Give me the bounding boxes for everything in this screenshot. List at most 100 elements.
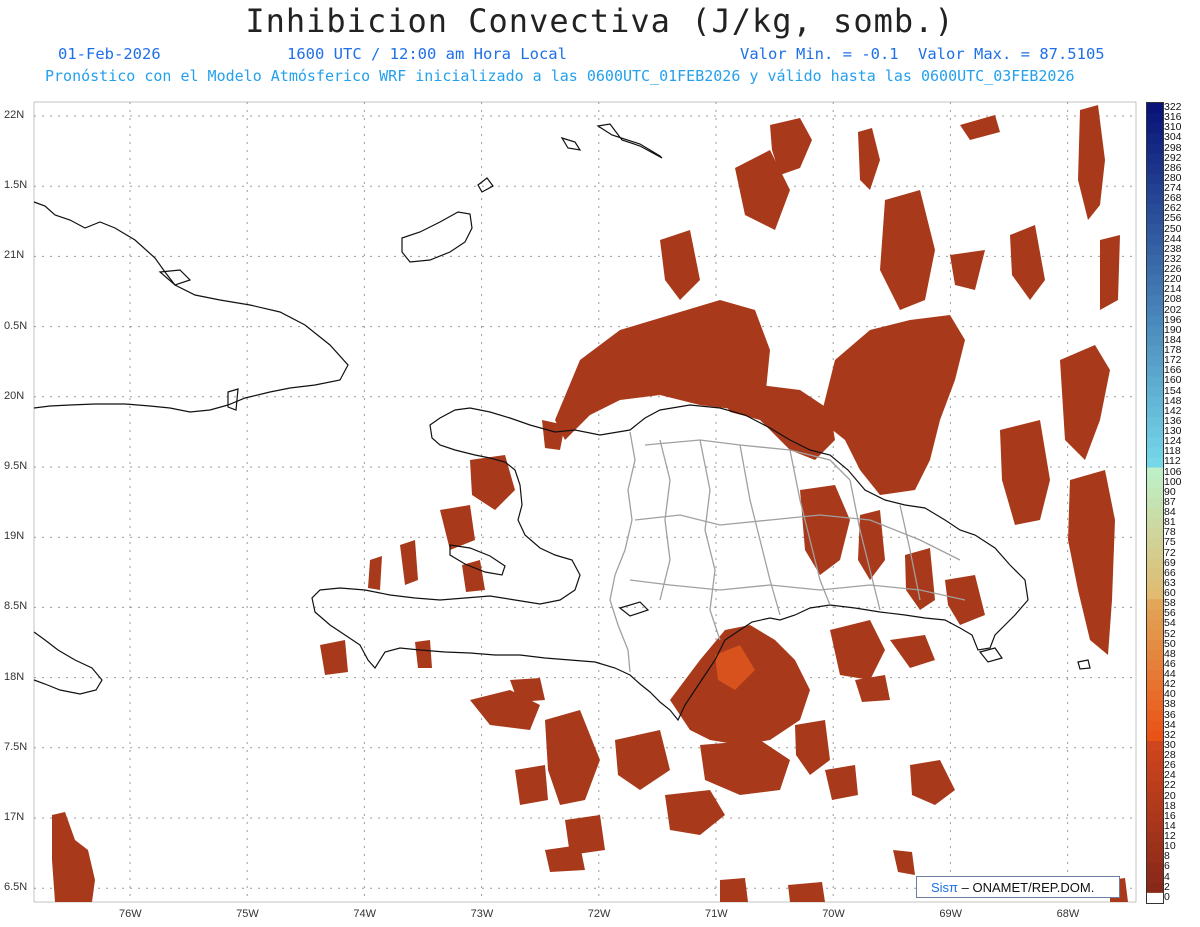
cin-area [415,640,432,668]
colorbar-label: 6 [1164,860,1170,873]
colorbar-swatch [1147,872,1163,884]
lon-label: 68W [1056,908,1080,920]
colorbar-swatch [1147,123,1163,134]
colorbar-label: 75 [1164,536,1176,549]
colorbar-swatch [1147,680,1163,691]
colorbar-swatch [1147,437,1163,448]
lon-label: 75W [236,908,259,920]
colorbar-swatch [1147,852,1163,863]
lon-label: 72W [587,908,611,920]
cin-area [368,556,382,590]
colorbar-swatch [1147,194,1163,205]
colorbar-swatch [1147,609,1163,620]
colorbar-swatch [1147,700,1163,712]
colorbar-swatch [1147,649,1163,661]
colorbar-label: 22 [1164,779,1176,792]
colorbar-swatch [1147,639,1163,651]
colorbar-swatch [1147,143,1163,155]
lat-label: 21N [4,249,25,262]
colorbar-label: 208 [1164,293,1182,306]
lon-label: 69W [939,908,963,920]
colorbar-swatch [1147,173,1163,185]
colorbar-swatch [1147,690,1163,701]
cin-area [1100,235,1120,310]
colorbar-swatch [1147,356,1163,367]
lon-label: 71W [705,908,728,920]
colorbar-swatch [1147,740,1163,752]
colorbar-swatch [1147,659,1163,671]
colorbar-swatch [1147,396,1163,408]
colorbar-swatch [1147,487,1163,499]
colorbar-swatch [1147,113,1163,124]
colorbar-swatch [1147,315,1163,327]
colorbar-label: 38 [1164,698,1176,711]
map-canvas [33,101,1137,903]
lat-label: 0.5N [4,319,28,332]
lat-label: 18N [4,670,25,683]
colorbar-swatch [1147,275,1163,286]
lat-label: 20N [4,389,25,402]
colorbar-swatch [1147,477,1163,489]
colorbar-swatch [1147,497,1163,509]
colorbar-labels: 322 316 310 304 298 292 286 280 274 268 262 256 250 2… [1164,102,1200,902]
colorbar-swatch [1147,558,1163,570]
colorbar-swatch [1147,133,1163,145]
lat-label: 9.5N [4,460,28,472]
colorbar-swatch [1147,508,1163,519]
colorbar-swatch [1147,892,1163,904]
colorbar-swatch [1147,791,1163,803]
lat-label: 6.5N [4,881,28,894]
colorbar-swatch [1147,457,1163,469]
lat-label: 1.5N [4,179,28,192]
colorbar-swatch [1147,832,1163,843]
colorbar-swatch [1147,153,1163,165]
map-panel: 22N 1.5N 21N 0.5N 20N 9.5N 19N 8.5N 18N 7.5N 17N 6.… [0,0,1200,927]
colorbar-swatch [1147,427,1163,438]
colorbar-swatch [1147,842,1163,853]
colorbar-swatch [1147,386,1163,398]
colorbar-swatches [1147,103,1163,904]
colorbar [1146,102,1164,904]
colorbar-label: 304 [1164,131,1182,144]
cin-area [320,640,348,675]
colorbar-swatch [1147,416,1163,428]
colorbar-swatch [1147,335,1163,347]
colorbar-swatch [1147,447,1163,458]
colorbar-swatch [1147,548,1163,560]
lat-label: 8.5N [4,600,28,613]
colorbar-swatch [1147,629,1163,641]
colorbar-swatch [1147,103,1163,114]
colorbar-swatch [1147,710,1163,722]
colorbar-swatch [1147,821,1163,833]
sispi-logo: Sisπ [931,880,959,895]
colorbar-swatch [1147,730,1163,742]
lat-label: 17N [4,811,25,823]
colorbar-swatch [1147,285,1163,296]
lon-label: 70W [822,908,845,920]
colorbar-swatch [1147,406,1163,418]
credit-box: Sisπ – ONAMET/REP.DOM. [916,876,1120,898]
colorbar-swatch [1147,204,1163,215]
cin-area [788,882,825,902]
colorbar-swatch [1147,589,1163,600]
colorbar-swatch [1147,801,1163,813]
colorbar-swatch [1147,234,1163,246]
colorbar-swatch [1147,244,1163,256]
colorbar-swatch [1147,518,1163,529]
colorbar-swatch [1147,528,1163,539]
colorbar-swatch [1147,325,1163,337]
colorbar-swatch [1147,761,1163,772]
colorbar-swatch [1147,882,1163,894]
colorbar-swatch [1147,184,1163,195]
credit-text: – ONAMET/REP.DOM. [961,880,1095,895]
lon-label: 74W [353,908,377,920]
colorbar-swatch [1147,619,1163,631]
colorbar-swatch [1147,346,1163,357]
colorbar-swatch [1147,811,1163,823]
colorbar-swatch [1147,862,1163,874]
colorbar-swatch [1147,720,1163,732]
colorbar-swatch [1147,366,1163,377]
colorbar-swatch [1147,295,1163,307]
cin-area [720,878,748,902]
colorbar-swatch [1147,771,1163,782]
